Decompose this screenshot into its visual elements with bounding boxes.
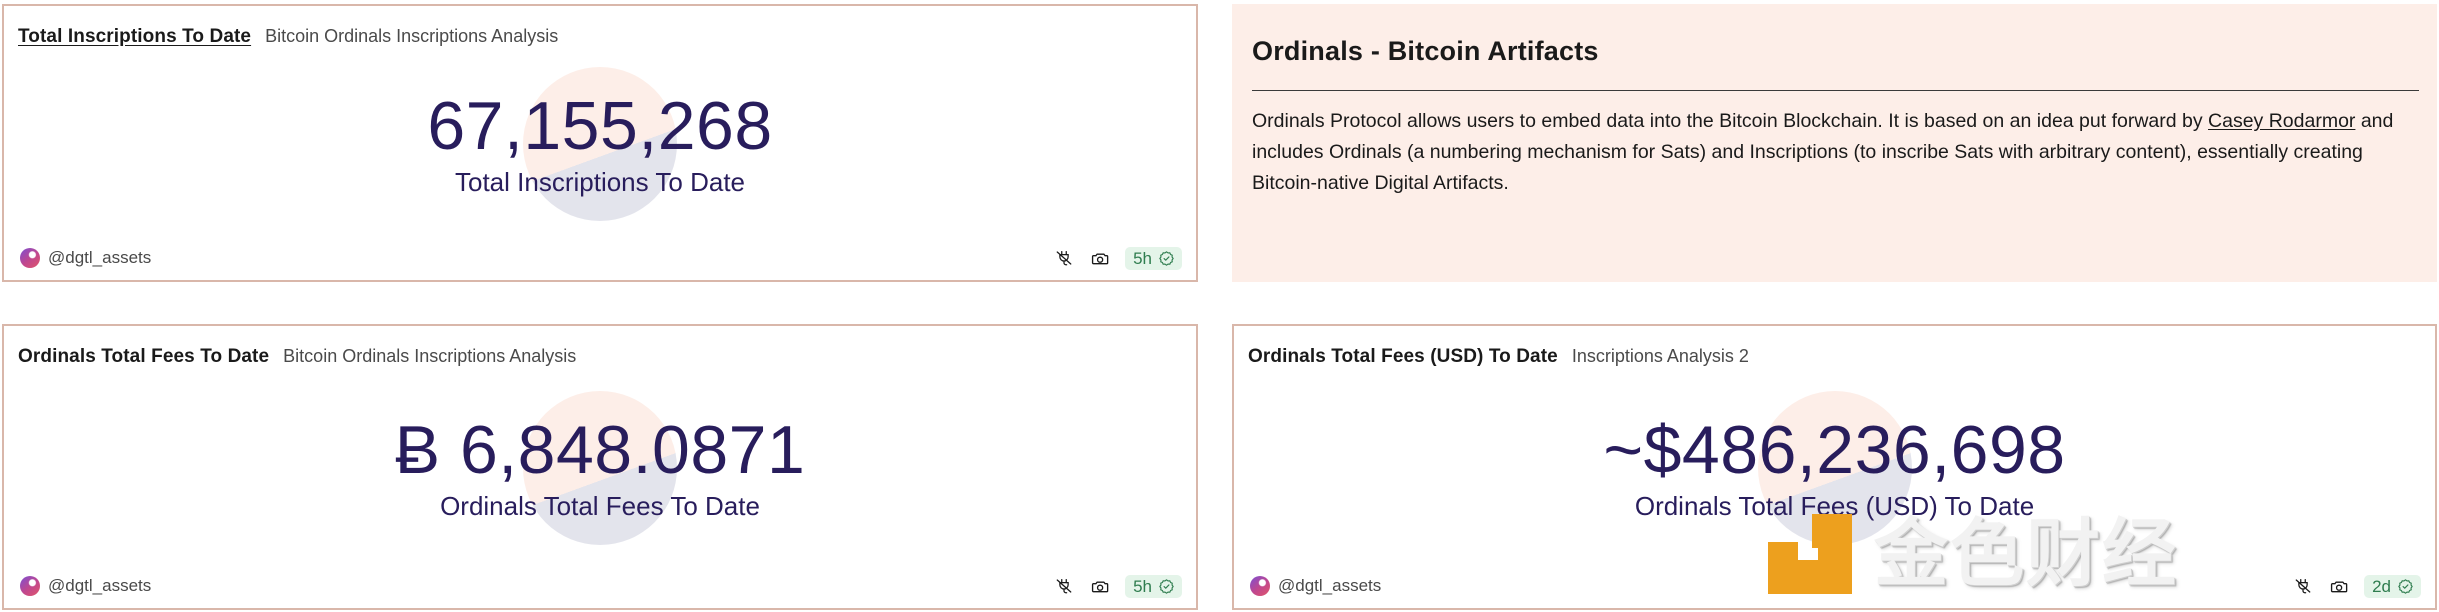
- metric-value: 67,155,268: [427, 88, 773, 165]
- author-handle[interactable]: @dgtl_assets: [48, 248, 151, 268]
- metric-area: Ƀ 6,848.0871 Ordinals Total Fees To Date: [4, 376, 1196, 560]
- age-text: 5h: [1133, 248, 1152, 268]
- card-title[interactable]: Ordinals Total Fees (USD) To Date: [1248, 346, 1558, 368]
- author-block[interactable]: @dgtl_assets: [1250, 576, 1381, 596]
- card-header: Ordinals Total Fees To Date Bitcoin Ordi…: [18, 346, 576, 368]
- metric-label: Total Inscriptions To Date: [455, 167, 745, 198]
- panel-ordinals-info: Ordinals - Bitcoin Artifacts Ordinals Pr…: [1232, 4, 2437, 282]
- plug-icon[interactable]: [1053, 247, 1075, 269]
- plug-icon[interactable]: [1053, 575, 1075, 597]
- card-header: Ordinals Total Fees (USD) To Date Inscri…: [1248, 346, 1749, 368]
- footer-actions: 5h: [1053, 246, 1182, 270]
- card-title[interactable]: Ordinals Total Fees To Date: [18, 346, 269, 368]
- dashboard-board: Total Inscriptions To Date Bitcoin Ordin…: [0, 0, 2439, 612]
- author-handle[interactable]: @dgtl_assets: [1278, 576, 1381, 596]
- age-text: 5h: [1133, 576, 1152, 596]
- camera-icon[interactable]: [2328, 575, 2350, 597]
- age-text: 2d: [2372, 576, 2391, 596]
- footer-actions: 2d: [2292, 574, 2421, 598]
- author-handle[interactable]: @dgtl_assets: [48, 576, 151, 596]
- card-ordinals-total-fees-usd[interactable]: Ordinals Total Fees (USD) To Date Inscri…: [1232, 324, 2437, 610]
- freshness-badge[interactable]: 2d: [2364, 574, 2421, 598]
- card-footer: @dgtl_assets: [4, 564, 1196, 608]
- freshness-badge[interactable]: 5h: [1125, 246, 1182, 270]
- verified-rosette-icon: [1159, 250, 1174, 266]
- verified-rosette-icon: [2398, 578, 2413, 594]
- camera-icon[interactable]: [1089, 575, 1111, 597]
- casey-rodarmor-link[interactable]: Casey Rodarmor: [2208, 110, 2355, 132]
- divider: [1252, 90, 2419, 91]
- avatar: [20, 576, 40, 596]
- verified-rosette-icon: [1159, 578, 1174, 594]
- card-subtitle[interactable]: Inscriptions Analysis 2: [1572, 346, 1749, 367]
- card-subtitle[interactable]: Bitcoin Ordinals Inscriptions Analysis: [265, 26, 558, 47]
- plug-icon[interactable]: [2292, 575, 2314, 597]
- author-block[interactable]: @dgtl_assets: [20, 248, 151, 268]
- card-title[interactable]: Total Inscriptions To Date: [18, 26, 251, 48]
- info-paragraph: Ordinals Protocol allows users to embed …: [1252, 106, 2419, 199]
- info-paragraph-part-1: Ordinals Protocol allows users to embed …: [1252, 110, 2209, 132]
- card-ordinals-total-fees[interactable]: Ordinals Total Fees To Date Bitcoin Ordi…: [2, 324, 1198, 610]
- card-subtitle[interactable]: Bitcoin Ordinals Inscriptions Analysis: [283, 346, 576, 367]
- avatar: [20, 248, 40, 268]
- info-heading: Ordinals - Bitcoin Artifacts: [1252, 36, 1599, 66]
- metric-label: Ordinals Total Fees (USD) To Date: [1634, 491, 2035, 522]
- freshness-badge[interactable]: 5h: [1125, 574, 1182, 598]
- card-footer: @dgtl_assets: [4, 236, 1196, 280]
- card-header: Total Inscriptions To Date Bitcoin Ordin…: [18, 26, 558, 48]
- metric-label: Ordinals Total Fees To Date: [440, 491, 760, 522]
- metric-area: 67,155,268 Total Inscriptions To Date: [4, 56, 1196, 232]
- avatar: [1250, 576, 1270, 596]
- camera-icon[interactable]: [1089, 247, 1111, 269]
- metric-value: Ƀ 6,848.0871: [394, 412, 806, 489]
- card-footer: @dgtl_assets: [1234, 564, 2435, 608]
- metric-area: ~$486,236,698 Ordinals Total Fees (USD) …: [1234, 376, 2435, 560]
- footer-actions: 5h: [1053, 574, 1182, 598]
- metric-value: ~$486,236,698: [1603, 412, 2066, 489]
- card-total-inscriptions[interactable]: Total Inscriptions To Date Bitcoin Ordin…: [2, 4, 1198, 282]
- author-block[interactable]: @dgtl_assets: [20, 576, 151, 596]
